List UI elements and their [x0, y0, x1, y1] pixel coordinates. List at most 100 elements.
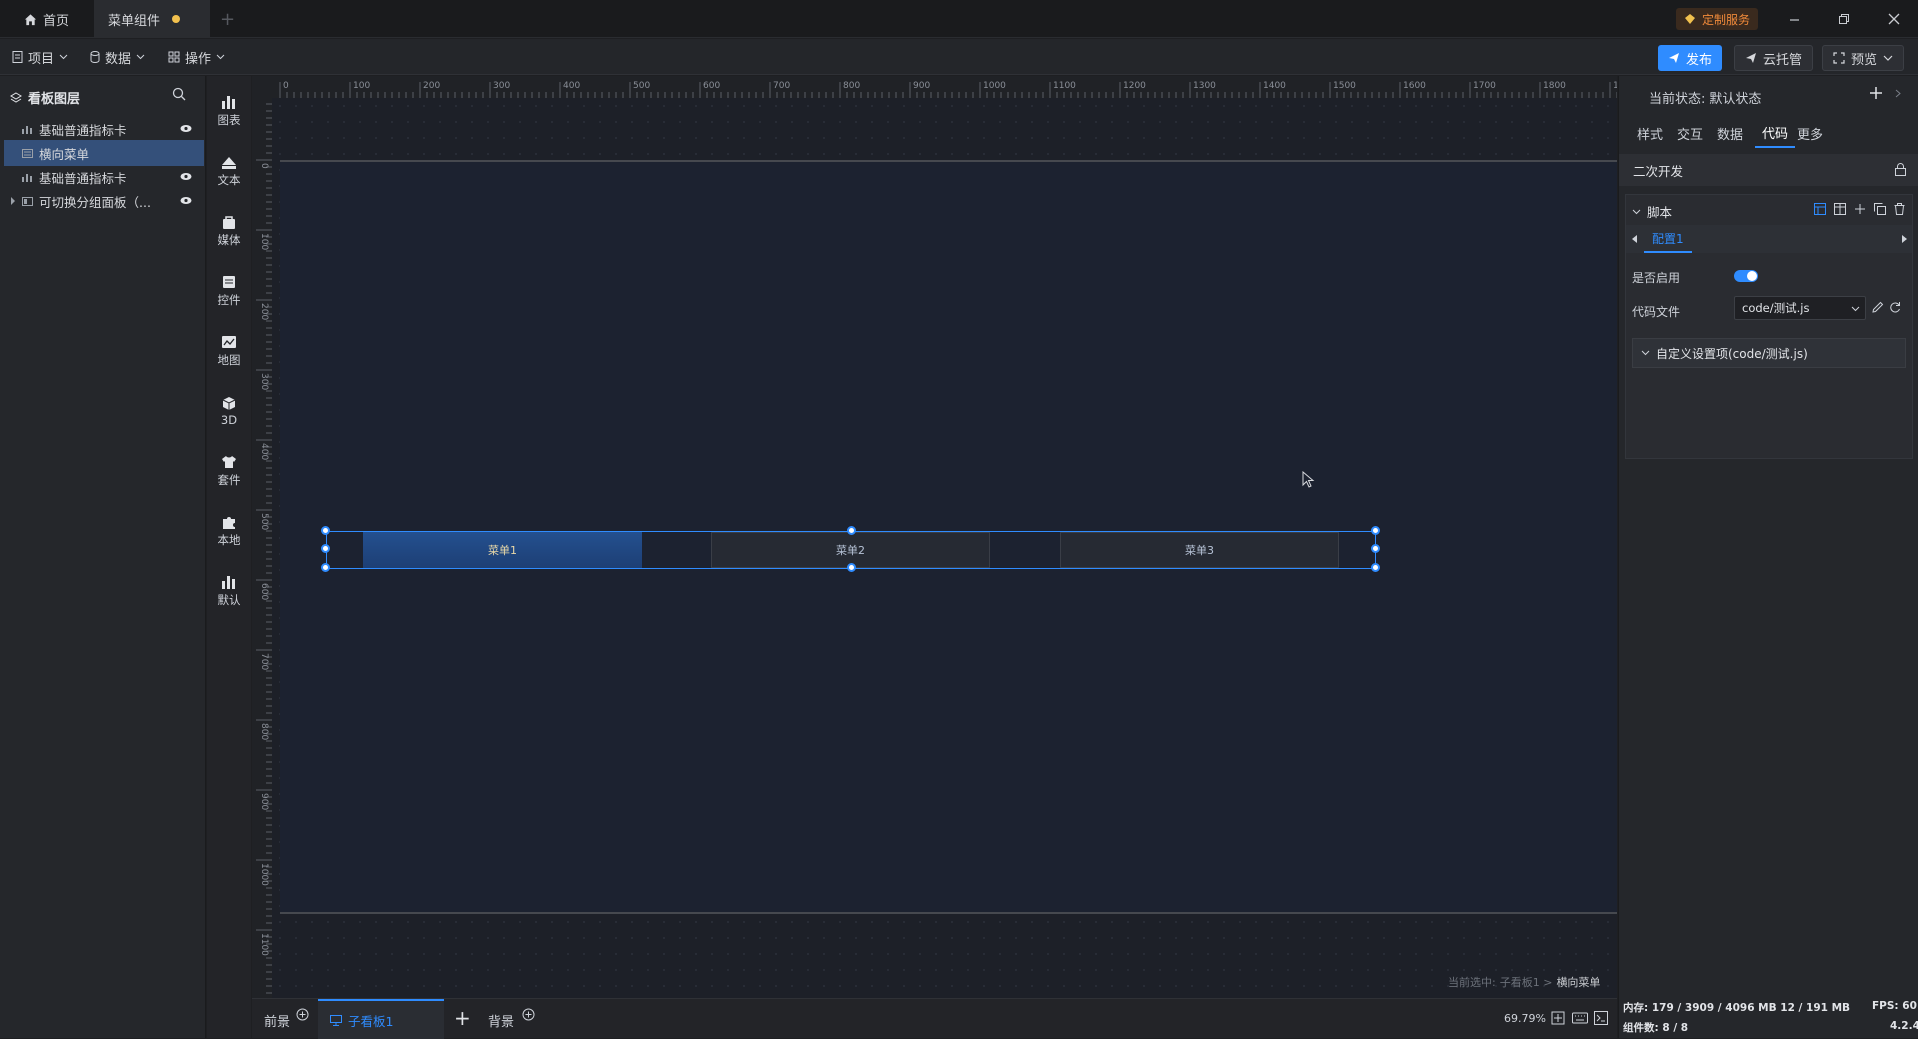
menu-item-1[interactable]: 菜单1 [363, 532, 642, 568]
preview-button[interactable]: 预览 [1822, 45, 1905, 71]
menu-item-label: 菜单2 [836, 544, 865, 557]
tool-chart-label: 图表 [217, 112, 241, 127]
edit-icon[interactable] [1872, 301, 1884, 313]
fit-screen-icon[interactable] [1551, 1011, 1565, 1025]
resize-handle[interactable] [1371, 563, 1380, 572]
search-icon[interactable] [172, 87, 186, 101]
resize-handle[interactable] [321, 544, 330, 553]
background-tab[interactable]: 背景 [488, 1011, 514, 1030]
layer-item-group[interactable]: 可切换分组面板（... [4, 188, 204, 214]
add-circle-icon[interactable] [522, 1008, 535, 1021]
tab-menu-component-label: 菜单组件 [108, 13, 161, 29]
menu-operations[interactable]: 操作 [168, 39, 225, 75]
ruler-tick-label: 700 [773, 81, 790, 91]
custom-service-button[interactable]: 定制服务 [1676, 8, 1759, 30]
plus-icon[interactable] [1854, 203, 1866, 215]
current-state: 当前状态: 默认状态 [1649, 88, 1761, 107]
state-value[interactable]: 默认状态 [1709, 88, 1761, 107]
menu-data[interactable]: 数据 [90, 39, 145, 75]
layer-item[interactable]: 基础普通指标卡 [4, 164, 204, 190]
add-tab-button[interactable]: + [220, 9, 235, 30]
menu-project[interactable]: 项目 [12, 39, 68, 75]
layers-icon [10, 91, 22, 104]
keyboard-icon[interactable] [1572, 1012, 1588, 1024]
tool-text[interactable]: 文本 [207, 142, 251, 200]
tool-kits[interactable]: 套件 [207, 442, 251, 500]
publish-button[interactable]: 发布 [1658, 45, 1723, 71]
state-label: 当前状态: [1649, 92, 1706, 107]
minimize-button[interactable] [1770, 0, 1818, 38]
resize-handle[interactable] [847, 526, 856, 535]
tool-map[interactable]: 地图 [207, 322, 251, 380]
add-circle-icon[interactable] [296, 1008, 309, 1021]
ruler-tick-label: 200 [259, 303, 269, 320]
eye-icon[interactable] [180, 172, 192, 181]
caret-left-icon[interactable] [1632, 235, 1637, 243]
code-file-select[interactable]: code/测试.js [1734, 296, 1866, 320]
title-bar: 首页 菜单组件 + 定制服务 [0, 0, 1918, 38]
enable-toggle[interactable] [1734, 270, 1758, 282]
terminal-icon[interactable] [1594, 1011, 1608, 1025]
layer-item-selected[interactable]: 横向菜单 [4, 140, 204, 166]
tab-interaction[interactable]: 交互 [1677, 118, 1703, 148]
copy-icon[interactable] [1874, 203, 1886, 215]
tab-home[interactable]: 首页 [10, 0, 83, 38]
eye-icon[interactable] [180, 196, 192, 205]
tab-more[interactable]: 更多 [1797, 118, 1823, 148]
add-board-button[interactable]: + [454, 1006, 471, 1030]
trash-icon[interactable] [1894, 203, 1905, 215]
lock-icon[interactable] [1895, 163, 1906, 176]
zoom-level[interactable]: 69.79% [1504, 1012, 1546, 1025]
caret-right-icon[interactable] [1902, 235, 1907, 243]
eye-icon[interactable] [180, 124, 192, 133]
tool-controls[interactable]: 控件 [207, 262, 251, 320]
tool-media[interactable]: 媒体 [207, 202, 251, 260]
script-title: 脚本 [1647, 205, 1673, 220]
cloud-host-button[interactable]: 云托管 [1734, 45, 1814, 71]
table-icon[interactable] [1834, 203, 1846, 215]
resize-handle[interactable] [1371, 544, 1380, 553]
add-state-icon[interactable] [1869, 86, 1883, 100]
tool-default[interactable]: 默认 [207, 562, 251, 620]
caret-right-icon[interactable] [10, 197, 16, 205]
config-tab-1[interactable]: 配置1 [1644, 225, 1692, 253]
refresh-icon[interactable] [1889, 301, 1901, 313]
menu-item-3[interactable]: 菜单3 [1060, 532, 1339, 568]
tab-code[interactable]: 代码 [1755, 118, 1795, 148]
close-button[interactable] [1870, 0, 1918, 38]
board-tab-active[interactable]: 子看板1 [318, 999, 444, 1039]
publish-label: 发布 [1686, 52, 1713, 68]
layer-item[interactable]: 基础普通指标卡 [4, 116, 204, 142]
resize-handle[interactable] [321, 526, 330, 535]
bar-chart-icon [22, 125, 33, 134]
puzzle-icon [221, 515, 237, 529]
tool-default-label: 默认 [217, 592, 241, 607]
resize-handle[interactable] [1371, 526, 1380, 535]
tool-3d[interactable]: 3D [207, 382, 251, 440]
chevron-down-icon [59, 54, 68, 60]
vertical-ruler: 0100200300400500600700800900100011001200 [252, 98, 272, 998]
selection-prefix: 当前选中: [1448, 976, 1496, 989]
ruler-tick-label: 900 [913, 81, 930, 91]
ruler-tick-label: 400 [259, 443, 269, 460]
tool-chart[interactable]: 图表 [207, 82, 251, 140]
tool-local[interactable]: 本地 [207, 502, 251, 560]
tool-local-label: 本地 [217, 532, 241, 547]
custom-settings-section[interactable]: 自定义设置项(code/测试.js) [1632, 338, 1906, 368]
script-header[interactable]: 脚本 [1632, 202, 1672, 221]
layout-icon[interactable] [1814, 203, 1826, 215]
ruler-tick-label: 400 [563, 81, 580, 91]
tab-menu-component[interactable]: 菜单组件 [94, 0, 210, 38]
tab-data[interactable]: 数据 [1717, 118, 1743, 148]
foreground-tab[interactable]: 前景 [264, 1011, 290, 1030]
resize-handle[interactable] [321, 563, 330, 572]
ruler-ticks: 0 100 200 300 400 500 600 700 800 900 1000 1100 1200… [279, 81, 1617, 98]
script-section: 脚本 配置1 是否启用 代码文件 code/测试.js 自定义设置项(code/… [1625, 194, 1913, 459]
tab-style[interactable]: 样式 [1637, 118, 1663, 148]
ruler-tick-label: 1400 [1263, 81, 1286, 91]
restore-button[interactable] [1820, 0, 1868, 38]
diamond-icon [1684, 13, 1696, 25]
chevron-right-icon[interactable] [1895, 89, 1901, 98]
resize-handle[interactable] [847, 563, 856, 572]
board-tab-label: 子看板1 [348, 1013, 394, 1029]
